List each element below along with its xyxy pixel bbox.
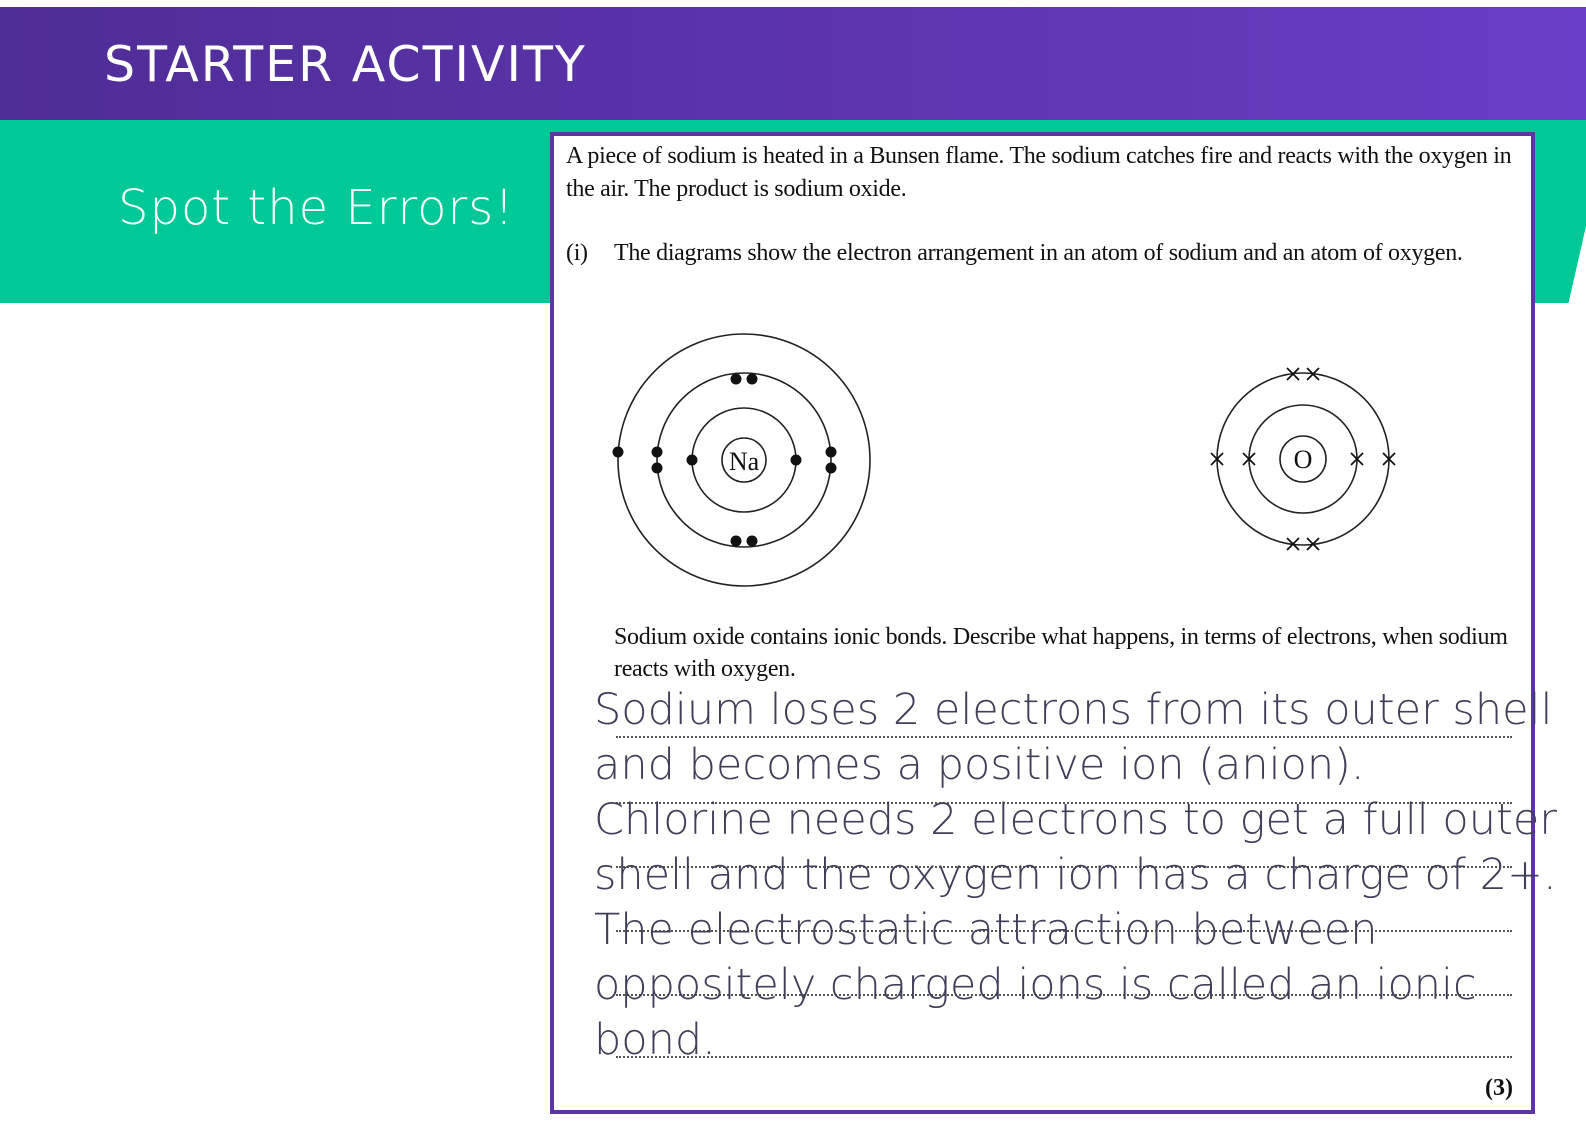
question-part-number: (i): [566, 240, 588, 266]
exam-question-panel: A piece of sodium is heated in a Bunsen …: [550, 132, 1557, 1114]
sodium-electron: [651, 462, 663, 474]
top-margin: [0, 0, 1586, 7]
question-part-text: The diagrams show the electron arrangeme…: [614, 240, 1463, 266]
oxygen-symbol: O: [1294, 445, 1313, 474]
sodium-electron: [746, 373, 758, 385]
sodium-symbol: Na: [729, 447, 760, 476]
answer-line: Chlorine needs 2 electrons to get a full…: [594, 795, 1557, 845]
slide-title: STARTER ACTIVITY: [104, 36, 587, 93]
answer-line: oppositely charged ions is called an ion…: [594, 960, 1477, 1010]
answer-line: Sodium loses 2 electrons from its outer …: [594, 685, 1553, 735]
question-intro: A piece of sodium is heated in a Bunsen …: [566, 143, 1512, 202]
sodium-electron: [790, 454, 802, 466]
sodium-electron: [730, 373, 742, 385]
answer-dotted-line: [616, 1056, 1512, 1058]
answer-line: shell and the oxygen ion has a charge of…: [594, 850, 1557, 900]
answer-dotted-line: [616, 736, 1512, 738]
sodium-electron: [825, 446, 837, 458]
answer-line: and becomes a positive ion (anion).: [594, 740, 1365, 790]
answer-line: bond.: [594, 1015, 716, 1065]
question-prompt: Sodium oxide contains ionic bonds. Descr…: [614, 624, 1508, 682]
oxygen-atom-diagram: O: [1210, 367, 1396, 551]
sodium-electron: [612, 446, 624, 458]
sodium-electron: [730, 535, 742, 547]
sodium-atom-diagram: Na: [612, 333, 871, 587]
title-bar: STARTER ACTIVITY: [0, 7, 1586, 120]
sodium-electron: [651, 446, 663, 458]
marks-available: (3): [1485, 1075, 1513, 1101]
sodium-electron: [686, 454, 698, 466]
sodium-electron: [746, 535, 758, 547]
answer-line: The electrostatic attraction between: [594, 905, 1378, 955]
slide-subtitle: Spot the Errors!: [118, 180, 515, 236]
sodium-electron: [825, 462, 837, 474]
